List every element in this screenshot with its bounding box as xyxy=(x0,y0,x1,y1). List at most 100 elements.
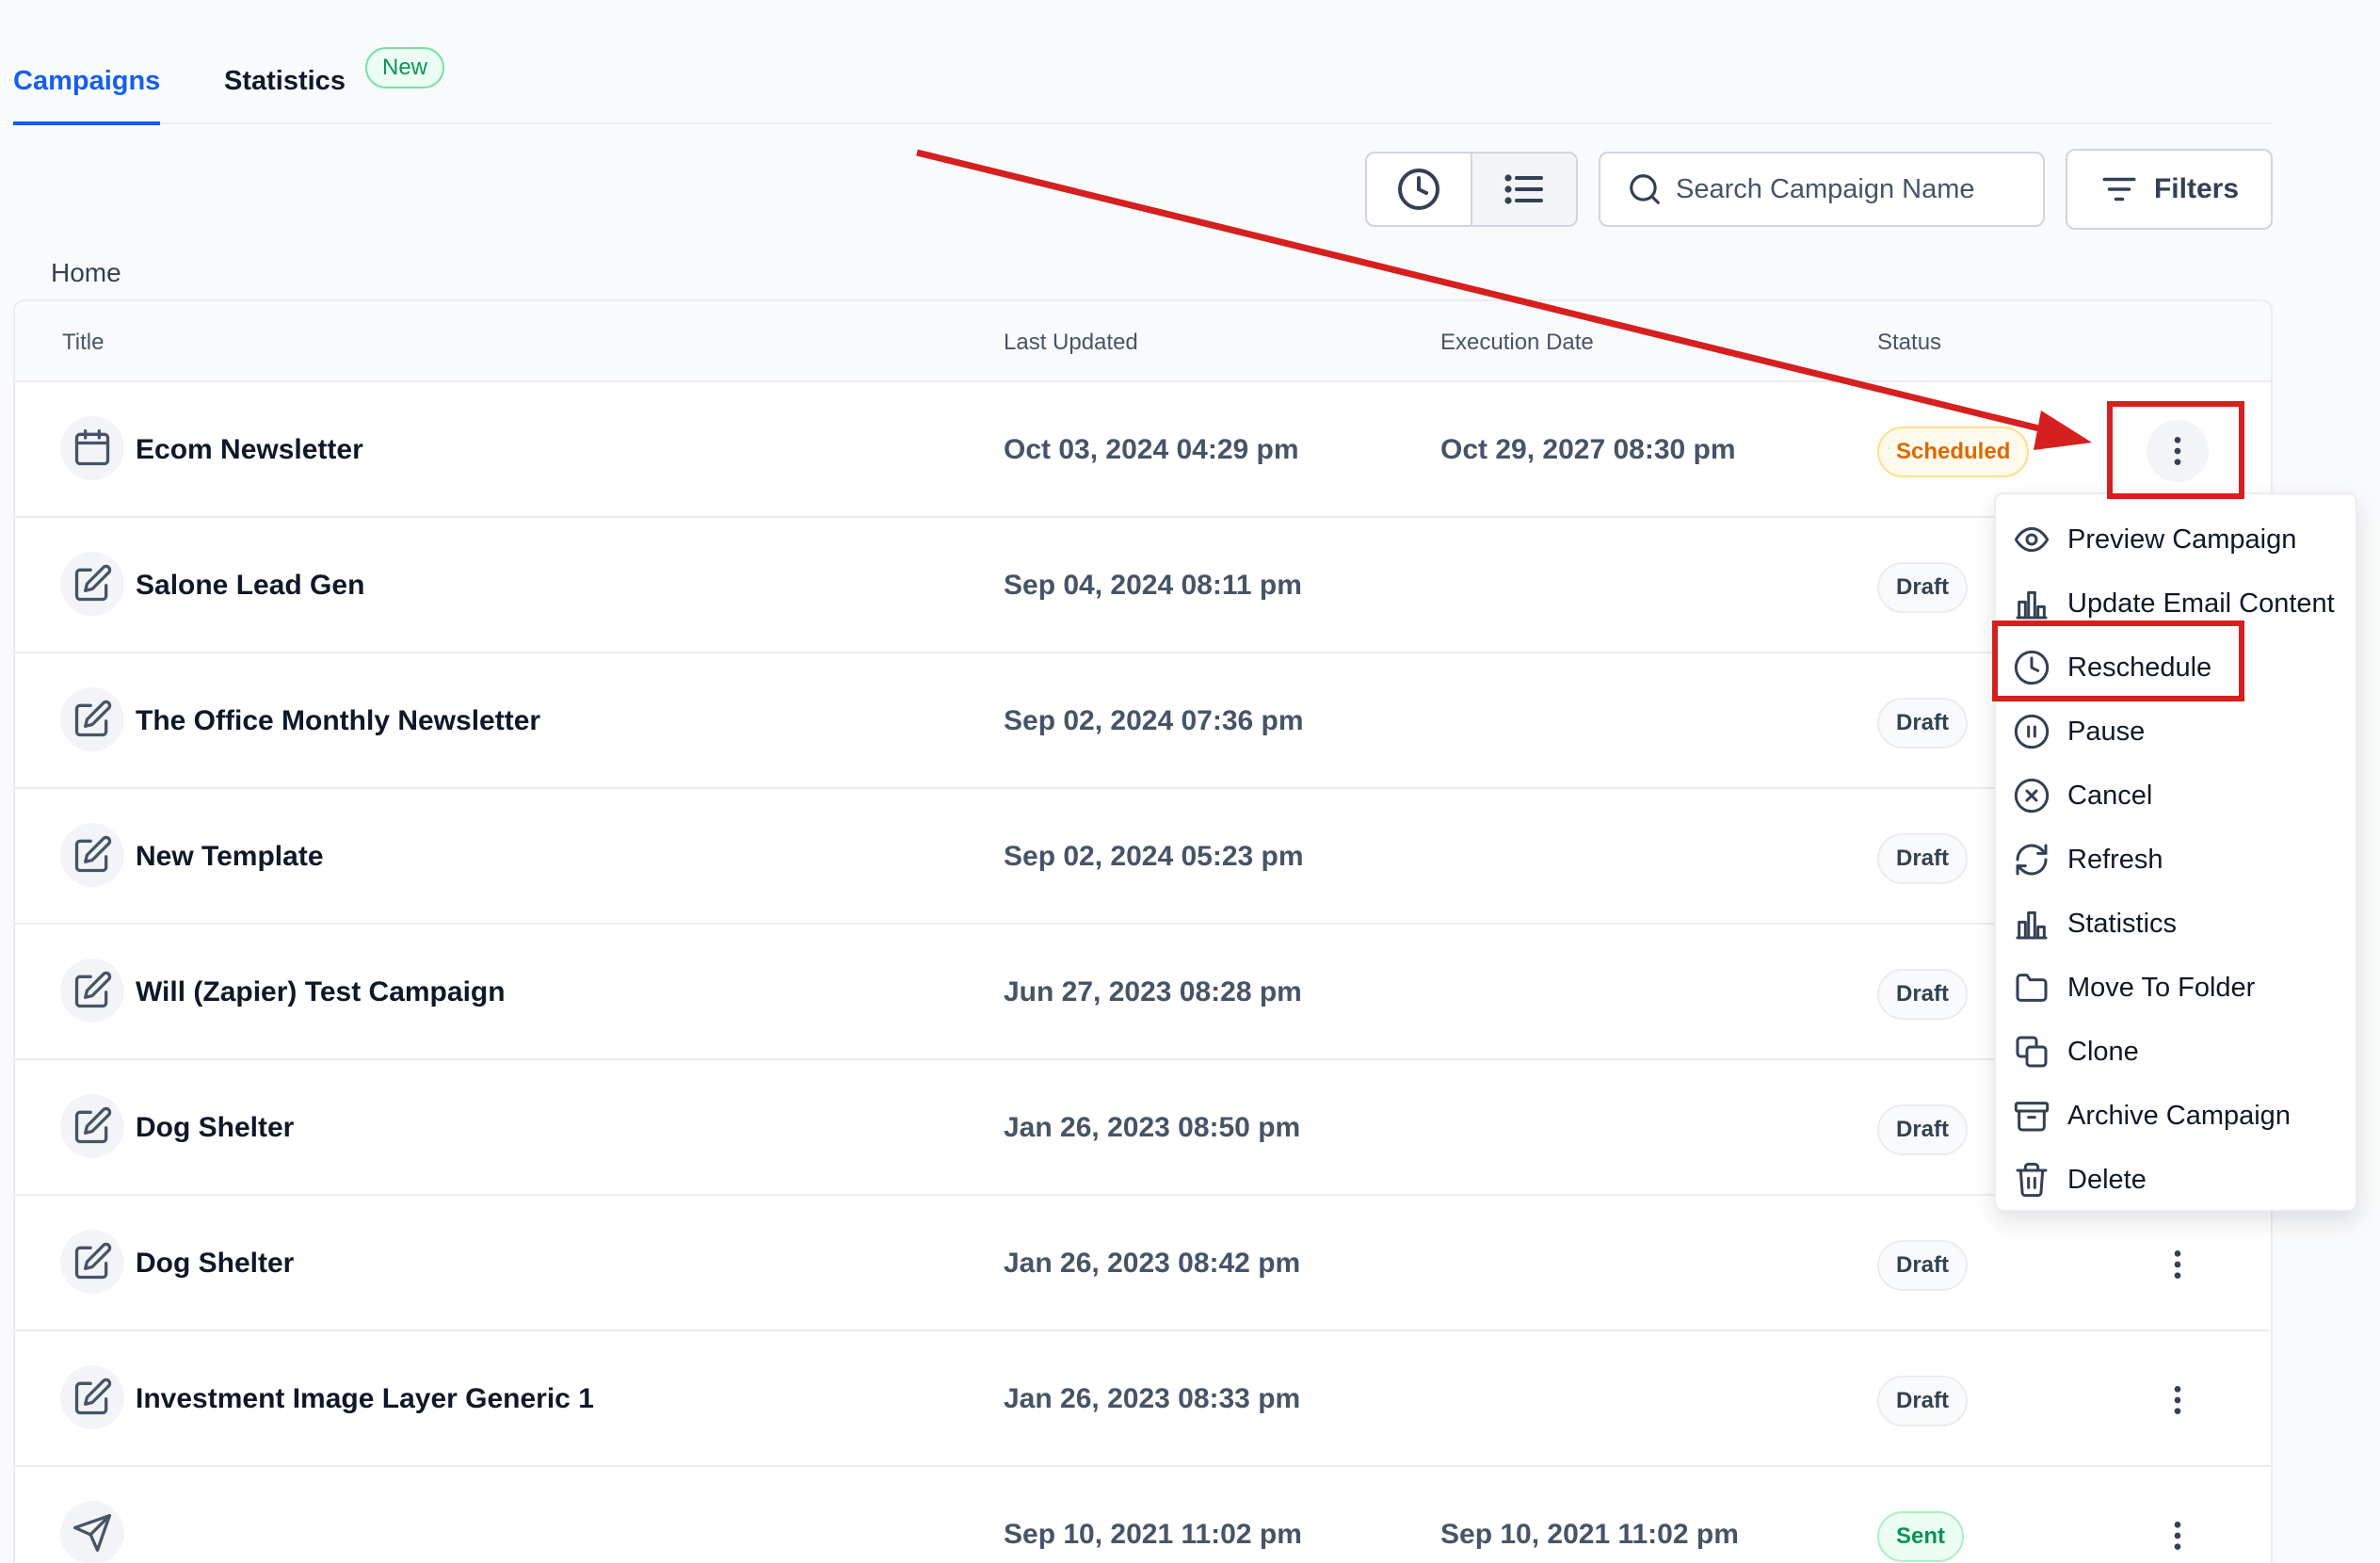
campaign-title[interactable]: Will (Zapier) Test Campaign xyxy=(136,976,506,1008)
row-actions-button[interactable] xyxy=(2147,1369,2209,1431)
filters-button[interactable]: Filters xyxy=(2066,149,2273,230)
campaign-title[interactable]: Dog Shelter xyxy=(136,1112,294,1144)
campaign-title[interactable]: New Template xyxy=(136,841,324,873)
row-actions-button[interactable] xyxy=(2147,1505,2209,1563)
edit-icon xyxy=(74,700,112,737)
menu-item-refresh[interactable]: Refresh xyxy=(1996,828,2356,892)
last-updated: Sep 02, 2024 07:36 pm xyxy=(1004,705,1304,736)
menu-item-label: Update Email Content xyxy=(2067,588,2335,619)
view-toggle xyxy=(1365,152,1578,227)
table-row[interactable]: Dog Shelter Jan 26, 2023 08:50 pm Draft xyxy=(15,1060,2271,1196)
execution-date: Oct 29, 2027 08:30 pm xyxy=(1440,434,1736,465)
menu-item-label: Cancel xyxy=(2067,780,2153,811)
table-row[interactable]: Dog Shelter Jan 26, 2023 08:42 pm Draft xyxy=(15,1196,2271,1331)
row-type-icon xyxy=(60,1365,124,1429)
table-row[interactable]: New Template Sep 02, 2024 05:23 pm Draft xyxy=(15,789,2271,925)
table-row[interactable]: Investment Image Layer Generic 1 Jan 26, … xyxy=(15,1331,2271,1467)
table-row[interactable]: Ecom Newsletter Oct 03, 2024 04:29 pm Oct … xyxy=(15,382,2271,518)
column-status[interactable]: Status xyxy=(1877,330,1941,356)
campaign-title[interactable]: Ecom Newsletter xyxy=(136,434,363,466)
menu-item-clone[interactable]: Clone xyxy=(1996,1020,2356,1084)
last-updated: Sep 04, 2024 08:11 pm xyxy=(1004,570,1302,601)
status-badge: Draft xyxy=(1877,1240,1969,1291)
status-badge: Sent xyxy=(1877,1511,1965,1562)
row-actions-menu: Preview Campaign Update Email Content Resc… xyxy=(1994,492,2357,1212)
row-type-icon xyxy=(60,416,124,480)
row-type-icon xyxy=(60,1094,124,1158)
campaign-title[interactable]: Dog Shelter xyxy=(136,1248,294,1280)
menu-item-statistics[interactable]: Statistics xyxy=(1996,892,2356,956)
column-last-updated[interactable]: Last Updated xyxy=(1004,330,1138,356)
last-updated: Sep 10, 2021 11:02 pm xyxy=(1004,1519,1302,1550)
menu-item-preview-campaign[interactable]: Preview Campaign xyxy=(1996,508,2356,572)
row-type-icon xyxy=(60,687,124,751)
row-actions-button[interactable] xyxy=(2147,1233,2209,1296)
row-type-icon xyxy=(60,959,124,1023)
column-title[interactable]: Title xyxy=(62,330,104,356)
row-type-icon xyxy=(60,552,124,616)
last-updated: Oct 03, 2024 04:29 pm xyxy=(1004,434,1299,465)
table-row[interactable]: The Office Monthly Newsletter Sep 02, 202… xyxy=(15,653,2271,789)
edit-icon xyxy=(74,971,112,1008)
bar-chart-icon xyxy=(2016,590,2048,620)
more-vertical-icon xyxy=(2174,1386,2181,1414)
search-input[interactable] xyxy=(1676,173,2034,205)
status-badge: Draft xyxy=(1877,1104,1969,1155)
menu-item-delete[interactable]: Delete xyxy=(1996,1148,2356,1212)
search-box xyxy=(1599,152,2045,227)
status-badge: Draft xyxy=(1877,969,1969,1020)
menu-item-label: Statistics xyxy=(2067,908,2178,939)
bar-chart-icon xyxy=(2016,910,2048,940)
more-vertical-icon xyxy=(2174,1250,2181,1279)
campaign-title[interactable]: Salone Lead Gen xyxy=(136,570,364,602)
new-badge: New xyxy=(365,47,445,89)
list-view-button[interactable] xyxy=(1471,153,1576,225)
column-execution-date[interactable]: Execution Date xyxy=(1440,330,1594,356)
edit-icon xyxy=(74,1378,112,1415)
campaign-title[interactable]: Investment Image Layer Generic 1 xyxy=(136,1383,594,1415)
trash-icon xyxy=(2016,1162,2048,1198)
annotation-box-reschedule xyxy=(1992,620,2244,701)
breadcrumb[interactable]: Home xyxy=(51,258,121,288)
folder-icon xyxy=(2016,974,2048,1002)
table-row[interactable]: Sep 10, 2021 11:02 pm Sep 10, 2021 11:02 … xyxy=(15,1467,2271,1563)
tab-campaigns[interactable]: Campaigns xyxy=(13,66,161,125)
filter-lines-icon xyxy=(2102,177,2136,201)
last-updated: Jan 26, 2023 08:42 pm xyxy=(1004,1248,1301,1279)
table-row[interactable]: Will (Zapier) Test Campaign Jun 27, 2023 … xyxy=(15,925,2271,1060)
send-icon xyxy=(73,1514,111,1552)
tab-statistics[interactable]: Statistics xyxy=(224,66,346,121)
menu-item-label: Move To Folder xyxy=(2067,972,2256,1003)
table-row[interactable]: Salone Lead Gen Sep 04, 2024 08:11 pm Draf… xyxy=(15,518,2271,653)
table-header: Title Last Updated Execution Date Status xyxy=(15,301,2271,382)
timeline-view-button[interactable] xyxy=(1367,153,1471,225)
eye-icon xyxy=(2014,526,2050,553)
status-badge: Scheduled xyxy=(1877,427,2030,477)
filters-label: Filters xyxy=(2153,173,2240,204)
archive-icon xyxy=(2014,1102,2050,1132)
menu-item-move-to-folder[interactable]: Move To Folder xyxy=(1996,956,2356,1020)
tab-bar: Campaigns Statistics New xyxy=(13,0,2273,125)
copy-icon xyxy=(2016,1036,2048,1068)
search-icon xyxy=(1630,174,1660,204)
menu-item-cancel[interactable]: Cancel xyxy=(1996,764,2356,828)
annotation-box-kebab xyxy=(2107,401,2244,499)
menu-item-pause[interactable]: Pause xyxy=(1996,700,2356,764)
edit-icon xyxy=(74,1106,112,1144)
menu-item-archive-campaign[interactable]: Archive Campaign xyxy=(1996,1084,2356,1148)
status-badge: Draft xyxy=(1877,1376,1969,1426)
edit-icon xyxy=(74,835,112,873)
last-updated: Sep 02, 2024 05:23 pm xyxy=(1004,841,1304,872)
edit-icon xyxy=(74,564,112,602)
campaigns-table: Title Last Updated Execution Date Status… xyxy=(13,299,2273,1563)
clock-icon xyxy=(1398,169,1439,210)
x-circle-icon xyxy=(2014,778,2050,814)
row-type-icon xyxy=(60,1230,124,1294)
last-updated: Jun 27, 2023 08:28 pm xyxy=(1004,976,1302,1007)
campaign-title[interactable]: The Office Monthly Newsletter xyxy=(136,705,540,737)
calendar-icon xyxy=(74,429,110,466)
menu-item-label: Clone xyxy=(2067,1036,2139,1067)
last-updated: Jan 26, 2023 08:33 pm xyxy=(1004,1383,1301,1414)
menu-item-label: Delete xyxy=(2067,1164,2147,1195)
list-icon xyxy=(1504,174,1543,204)
